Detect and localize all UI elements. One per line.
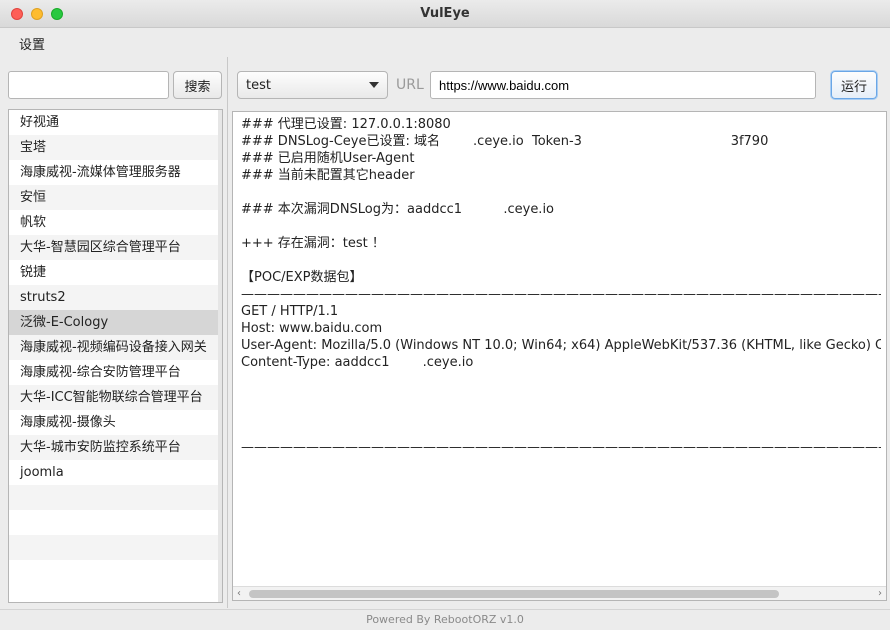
url-input[interactable] <box>430 71 816 99</box>
run-button[interactable]: 运行 <box>831 71 877 99</box>
chevron-down-icon <box>369 82 379 88</box>
list-item[interactable]: 宝塔 <box>9 135 222 160</box>
list-item[interactable]: 大华-ICC智能物联综合管理平台 <box>9 385 222 410</box>
url-label: URL <box>396 77 424 93</box>
scroll-thumb[interactable] <box>249 590 779 598</box>
output-line: Host: www.baidu.com <box>241 321 383 336</box>
list-item[interactable]: 海康威视-视频编码设备接入网关 <box>9 335 222 360</box>
search-input[interactable] <box>8 71 169 99</box>
output-line: ### 本次漏洞DNSLog为：aaddcc1 .ceye.io <box>241 202 555 217</box>
list-item[interactable]: 大华-城市安防监控系统平台 <box>9 435 222 460</box>
output-line: ————————————————————————————————————————… <box>241 440 881 455</box>
list-item[interactable]: 泛微-E-Cology <box>9 310 222 335</box>
title-bar: VulEye <box>0 0 890 28</box>
output-line: ————————————————————————————————————————… <box>241 287 881 302</box>
list-item[interactable] <box>9 535 222 560</box>
left-panel: 搜索 好视通 宝塔 海康威视-流媒体管理服务器 安恒 帆软 大华-智慧园区综合管理平台 锐捷… <box>0 57 228 608</box>
scroll-left-icon[interactable]: ‹ <box>237 588 241 599</box>
output-line: Content-Type: aaddcc1 .ceye.io <box>241 355 474 370</box>
app-window: VulEye 设置 搜索 好视通 宝塔 海康威视-流媒体管理服务器 安恒 帆软 大华-智慧… <box>0 0 890 629</box>
menu-bar: 设置 <box>0 29 890 57</box>
vuln-list-rows: 好视通 宝塔 海康威视-流媒体管理服务器 安恒 帆软 大华-智慧园区综合管理平台 锐捷 str… <box>9 110 222 585</box>
window-title: VulEye <box>420 6 470 21</box>
right-panel: test URL 运行 ### 代理已设置: 127.0.0.1:8080###… <box>229 57 890 608</box>
list-item[interactable]: 海康威视-流媒体管理服务器 <box>9 160 222 185</box>
search-button[interactable]: 搜索 <box>173 71 222 99</box>
footer-credit: Powered By RebootORZ v1.0 <box>0 609 890 629</box>
list-item[interactable] <box>9 510 222 535</box>
list-item[interactable]: joomla <box>9 460 222 485</box>
output-line: 【POC/EXP数据包】 <box>241 270 363 285</box>
poc-select-value: test <box>246 77 271 93</box>
scroll-right-icon[interactable]: › <box>878 588 882 599</box>
output-line: ### DNSLog-Ceye已设置: 域名 .ceye.io Token-3 … <box>241 134 769 149</box>
output-line: +++ 存在漏洞：test ！ <box>241 236 385 251</box>
poc-select[interactable]: test <box>237 71 388 99</box>
list-item[interactable]: struts2 <box>9 285 222 310</box>
vuln-list[interactable]: 好视通 宝塔 海康威视-流媒体管理服务器 安恒 帆软 大华-智慧园区综合管理平台 锐捷 str… <box>8 109 223 603</box>
output-line: GET / HTTP/1.1 <box>241 304 339 319</box>
list-item[interactable]: 海康威视-综合安防管理平台 <box>9 360 222 385</box>
list-item[interactable]: 锐捷 <box>9 260 222 285</box>
output-line: User-Agent: Mozilla/5.0 (Windows NT 10.0… <box>241 338 881 353</box>
output-line: ### 已启用随机User-Agent <box>241 151 415 166</box>
menu-settings[interactable]: 设置 <box>19 34 45 53</box>
list-item[interactable] <box>9 485 222 510</box>
list-item[interactable]: 大华-智慧园区综合管理平台 <box>9 235 222 260</box>
list-item[interactable]: 帆软 <box>9 210 222 235</box>
horizontal-scrollbar[interactable]: ‹ › <box>233 586 886 600</box>
list-item[interactable]: 安恒 <box>9 185 222 210</box>
output-text: ### 代理已设置: 127.0.0.1:8080 ### DNSLog-Ceye… <box>241 116 881 581</box>
list-item[interactable]: 好视通 <box>9 110 222 135</box>
output-area[interactable]: ### 代理已设置: 127.0.0.1:8080 ### DNSLog-Ceye… <box>232 111 887 601</box>
list-scrollbar[interactable] <box>218 110 222 602</box>
output-line: ### 代理已设置: 127.0.0.1:8080 <box>241 117 451 132</box>
output-line: ### 当前未配置其它header <box>241 168 415 183</box>
list-item[interactable] <box>9 560 222 585</box>
list-item[interactable]: 海康威视-摄像头 <box>9 410 222 435</box>
